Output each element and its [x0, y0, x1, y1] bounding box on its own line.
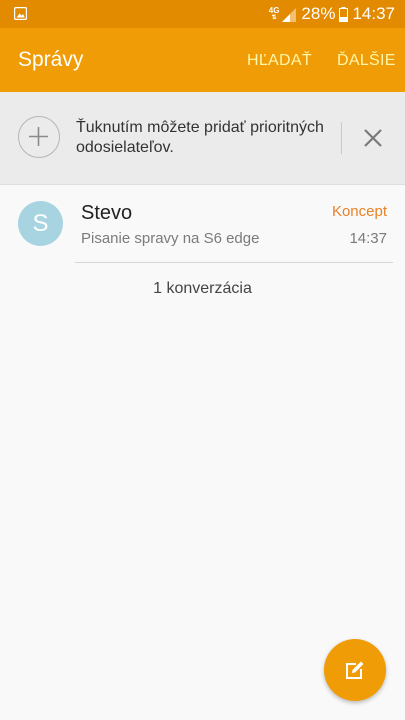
- status-bar: 4G ⇅ 28% 14:37: [0, 0, 405, 28]
- more-button[interactable]: ĎALŠIE: [337, 52, 396, 70]
- data-arrows-icon: ⇅: [271, 15, 277, 21]
- conversation-count: 1 konverzácia: [153, 280, 252, 297]
- message-preview: Pisanie spravy na S6 edge: [81, 230, 260, 247]
- list-divider: [75, 262, 393, 263]
- contact-name: Stevo: [81, 202, 133, 224]
- draft-badge: Koncept: [331, 203, 387, 220]
- priority-divider: [341, 122, 342, 154]
- battery-percent: 28%: [301, 4, 336, 23]
- network-indicator: 4G ⇅: [268, 6, 280, 22]
- add-priority-sender-button[interactable]: [18, 116, 60, 158]
- app-bar: Správy HĽADAŤ ĎALŠIE: [0, 28, 405, 92]
- message-time: 14:37: [349, 230, 387, 247]
- signal-icon: [282, 7, 297, 22]
- priority-senders-banner: Ťuknutím môžete pridať prioritných odosi…: [0, 92, 405, 185]
- network-type: 4G: [268, 6, 280, 15]
- conversation-item[interactable]: S Stevo Pisanie spravy na S6 edge Koncep…: [0, 185, 405, 263]
- clock: 14:37: [352, 4, 395, 23]
- compose-button[interactable]: [324, 639, 386, 701]
- avatar[interactable]: S: [18, 201, 63, 246]
- add-icon: [29, 127, 48, 146]
- status-right: 4G ⇅ 28% 14:37: [269, 0, 395, 28]
- battery-icon: [339, 6, 349, 22]
- priority-hint-text: Ťuknutím môžete pridať prioritných odosi…: [76, 119, 324, 156]
- compose-icon: [346, 661, 364, 679]
- close-icon[interactable]: [362, 127, 384, 149]
- search-button[interactable]: HĽADAŤ: [247, 52, 312, 70]
- app-title: Správy: [18, 48, 84, 71]
- gallery-icon: [14, 7, 27, 20]
